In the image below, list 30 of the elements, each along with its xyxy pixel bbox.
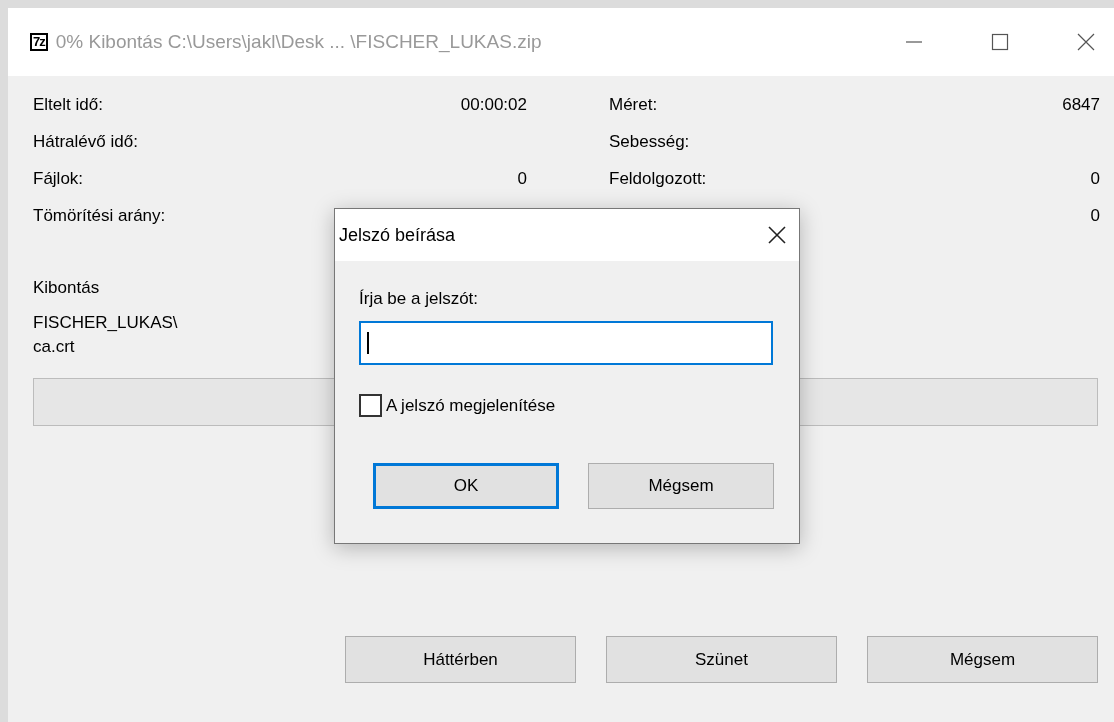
action-button[interactable]: Mégsem xyxy=(867,636,1098,683)
stat-label: Feldolgozott: xyxy=(609,169,707,189)
stat-value: 00:00:02 xyxy=(460,95,527,115)
stat-label: Hátralévő idő: xyxy=(33,132,138,152)
close-button[interactable] xyxy=(767,225,787,245)
checkbox[interactable] xyxy=(359,394,382,417)
password-field[interactable] xyxy=(359,321,773,365)
prompt-label: Írja be a jelszót: xyxy=(359,289,480,309)
stat-value: 6847 xyxy=(1062,95,1100,115)
stat-label: Tömörítési arány: xyxy=(33,206,166,226)
app-logo-icon: 7z xyxy=(30,33,48,51)
dialog-button[interactable]: OK xyxy=(373,463,559,509)
stat-label: Sebesség: xyxy=(609,132,690,152)
window-title: 0% Kibontás C:\Users\jakl\Desk ... \FISCHER_LUKAS.zip xyxy=(55,31,542,53)
close-button[interactable] xyxy=(1076,32,1096,52)
stat-label: Eltelt idő: xyxy=(33,95,103,115)
operation-label: Kibontás xyxy=(33,278,100,298)
stat-label: Fájlok: xyxy=(33,169,84,189)
file-path: ca.crt xyxy=(33,336,75,358)
dialog-button[interactable]: Mégsem xyxy=(588,463,774,509)
action-button[interactable]: Szünet xyxy=(606,636,837,683)
dialog-title: Jelszó beírása xyxy=(339,224,456,246)
stat-value: 0 xyxy=(517,169,527,189)
stat-value: 0 xyxy=(1090,206,1100,226)
checkbox-label[interactable]: A jelszó megjelenítése xyxy=(386,395,556,416)
stat-label: Méret: xyxy=(609,95,658,115)
file-path: FISCHER_LUKAS\ xyxy=(33,312,178,334)
action-button[interactable]: Háttérben xyxy=(345,636,576,683)
maximize-button[interactable] xyxy=(990,32,1010,52)
stat-value: 0 xyxy=(1090,169,1100,189)
